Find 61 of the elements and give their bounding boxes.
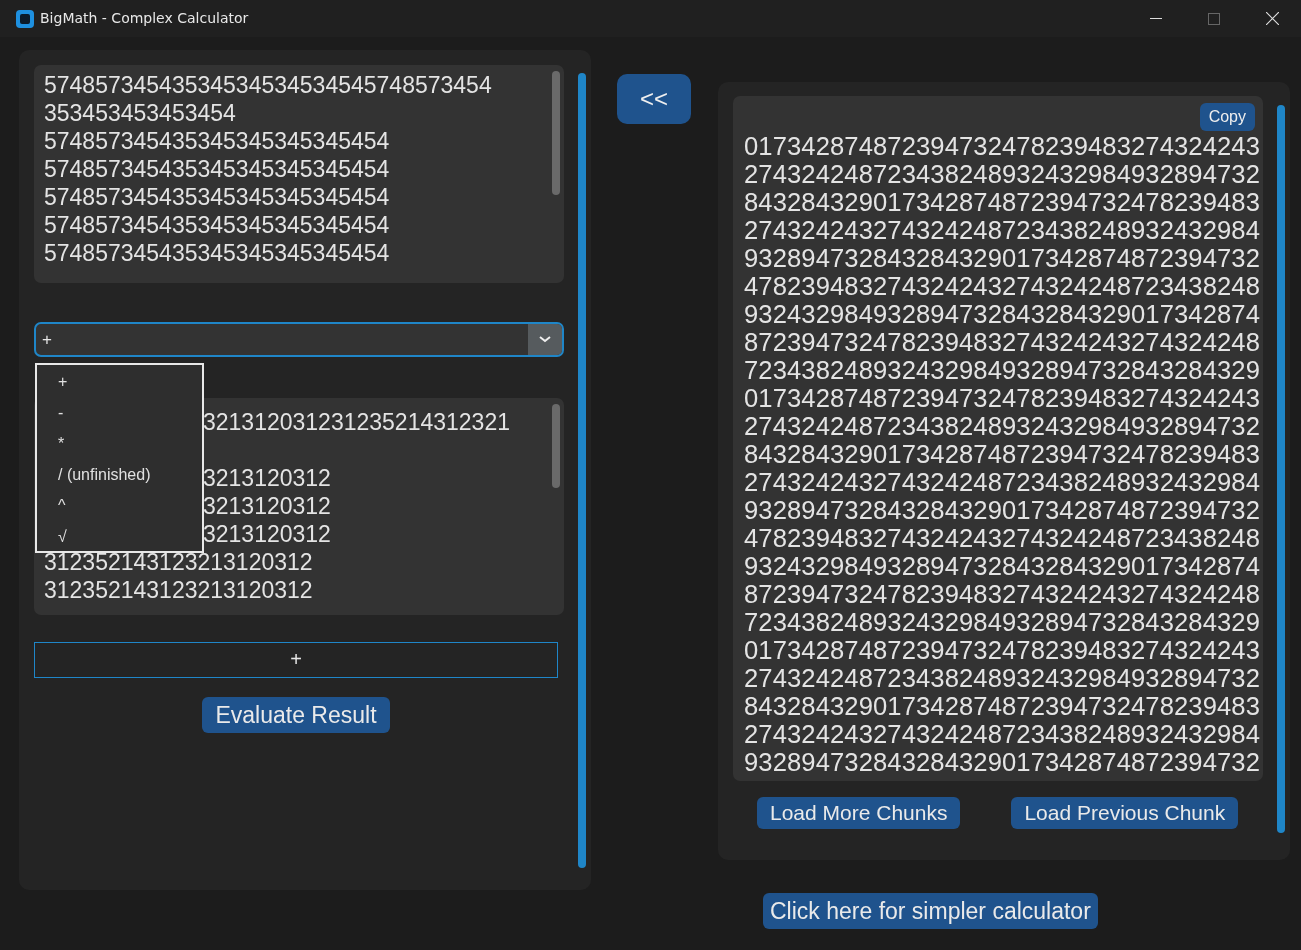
- result-line: 274324248723438248932432984932894732: [744, 412, 1261, 440]
- result-line: 274324243274324248723438248932432984: [744, 468, 1261, 496]
- chevron-down-icon: [539, 336, 551, 343]
- result-line: 274324243274324248723438248932432984: [744, 216, 1261, 244]
- number-line: 321312031231235214312321: [203, 408, 510, 436]
- scrollbar-thumb[interactable]: [552, 71, 560, 195]
- number-line: 312352143123213120312: [44, 548, 313, 576]
- result-line: 723438248932432984932894732843284329: [744, 608, 1261, 636]
- result-line: 274324248723438248932432984932894732: [744, 664, 1261, 692]
- back-button[interactable]: <<: [617, 74, 691, 124]
- result-line: 274324248723438248932432984932894732: [744, 160, 1261, 188]
- menu-item[interactable]: -: [37, 400, 202, 431]
- number-line: 57485734543534534534534545748573454: [44, 71, 492, 99]
- maximize-icon: [1208, 12, 1220, 25]
- number-line: 574857345435345345345345454: [44, 155, 390, 183]
- number-line: 574857345435345345345345454: [44, 239, 390, 267]
- result-line: 017342874872394732478239483274324243: [744, 636, 1261, 664]
- number-line: 574857345435345345345345454: [44, 183, 390, 211]
- result-line: 872394732478239483274324243274324248: [744, 328, 1261, 356]
- scrollbar[interactable]: [1277, 105, 1285, 833]
- number-line: 353453453453454: [44, 99, 236, 127]
- close-icon: [1265, 12, 1279, 25]
- menu-item[interactable]: +: [37, 369, 202, 400]
- result-line: 932894732843284329017342874872394732: [744, 496, 1261, 524]
- app-icon: [16, 9, 34, 28]
- menu-item[interactable]: ^: [37, 493, 202, 524]
- first-number-field[interactable]: 57485734543534534534534545748573454 353453453453454 574857345435345345345345454 574857345435345345345345454 574857345435345345345345454 574857345435345345345345454 574857345435345345345345454: [34, 65, 564, 283]
- scrollbar-thumb[interactable]: [552, 404, 560, 488]
- window-title: BigMath - Complex Calculator: [40, 9, 249, 28]
- result-line: 843284329017342874872394732478239483: [744, 440, 1261, 468]
- load-more-button[interactable]: Load More Chunks: [757, 797, 961, 829]
- copy-button[interactable]: Copy: [1199, 103, 1255, 131]
- result-line: 932894732843284329017342874872394732: [744, 748, 1261, 776]
- number-line: 312352143123213120312: [44, 576, 313, 604]
- result-line: 843284329017342874872394732478239483: [744, 188, 1261, 216]
- scrollbar[interactable]: [578, 73, 586, 868]
- result-line: 932894732843284329017342874872394732: [744, 244, 1261, 272]
- number-line: 574857345435345345345345454: [44, 127, 390, 155]
- load-previous-button[interactable]: Load Previous Chunk: [1011, 797, 1239, 829]
- menu-item[interactable]: *: [37, 431, 202, 462]
- number-line: 3213120312: [203, 492, 331, 520]
- result-line: 274324243274324248723438248932432984: [744, 720, 1261, 748]
- result-field[interactable]: [733, 96, 1263, 781]
- result-line: 478239483274324243274324248723438248: [744, 272, 1261, 300]
- simpler-calculator-button[interactable]: Click here for simpler calculator: [763, 893, 1098, 929]
- result-line: 872394732478239483274324243274324248: [744, 580, 1261, 608]
- operation-dropdown[interactable]: +: [34, 322, 564, 357]
- minimize-icon: [1150, 17, 1162, 20]
- result-line: 932432984932894732843284329017342874: [744, 552, 1261, 580]
- number-line: 574857345435345345345345454: [44, 211, 390, 239]
- result-line: 478239483274324243274324248723438248: [744, 524, 1261, 552]
- result-line: 932432984932894732843284329017342874: [744, 300, 1261, 328]
- result-line: 843284329017342874872394732478239483: [744, 692, 1261, 720]
- evaluate-button[interactable]: Evaluate Result: [202, 697, 390, 733]
- menu-item[interactable]: / (unfinished): [37, 462, 202, 493]
- result-line: 017342874872394732478239483274324243: [744, 132, 1261, 160]
- result-line: 723438248932432984932894732843284329: [744, 356, 1261, 384]
- number-line: 3213120312: [203, 464, 331, 492]
- result-line: 017342874872394732478239483274324243: [744, 384, 1261, 412]
- operator-display: +: [34, 642, 558, 678]
- number-line: 3213120312: [203, 520, 331, 548]
